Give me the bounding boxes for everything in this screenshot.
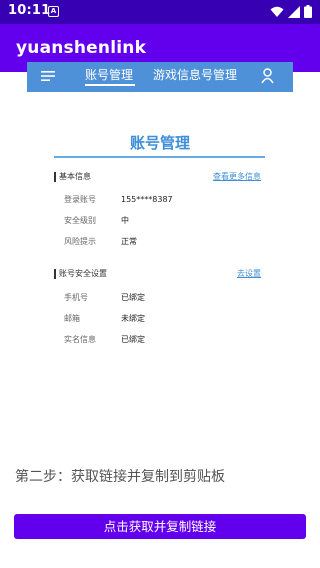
security-settings-heading: 账号安全设置	[59, 269, 107, 278]
app-title: yuanshenlink	[16, 38, 147, 58]
web-nav-bar: 账号管理 游戏信息号管理	[27, 62, 293, 92]
signal-icon	[288, 5, 300, 18]
row-value: 中	[121, 216, 129, 225]
row-key: 手机号	[64, 293, 88, 302]
row-value: 正常	[121, 237, 137, 246]
row-key: 实名信息	[64, 335, 96, 344]
notification-icon: A	[48, 6, 59, 17]
step-instruction: 第二步：获取链接并复制到剪贴板	[15, 469, 225, 485]
row-value: 未绑定	[121, 314, 145, 323]
section-marker	[54, 172, 56, 182]
row-key: 邮箱	[64, 314, 80, 323]
battery-icon	[304, 5, 312, 18]
view-more-info-link[interactable]: 查看更多信息	[213, 170, 261, 184]
row-value: 已绑定	[121, 335, 145, 344]
status-bar: 10:11 A	[0, 0, 320, 24]
menu-icon[interactable]	[41, 70, 55, 82]
basic-info-heading: 基本信息	[59, 172, 91, 181]
tab-account-management[interactable]: 账号管理	[85, 66, 136, 86]
get-and-copy-link-button[interactable]: 点击获取并复制链接	[14, 514, 306, 539]
row-key: 安全级别	[64, 216, 96, 225]
status-icons	[270, 5, 312, 18]
go-settings-link[interactable]: 去设置	[237, 267, 261, 281]
row-value: 已绑定	[121, 293, 145, 302]
wifi-icon	[270, 6, 284, 17]
tab-game-info-management[interactable]: 游戏信息号管理	[153, 66, 237, 83]
user-icon[interactable]	[261, 68, 274, 84]
page-title: 账号管理	[129, 134, 190, 152]
row-key: 登录账号	[64, 195, 96, 204]
basic-info-header: 基本信息 查看更多信息	[54, 170, 265, 184]
row-value: 155****8387	[121, 195, 173, 204]
section-marker	[54, 269, 56, 279]
security-settings-header: 账号安全设置 去设置	[54, 267, 265, 281]
status-time: 10:11	[8, 3, 51, 18]
title-divider	[54, 156, 265, 158]
row-key: 风险提示	[64, 237, 96, 246]
